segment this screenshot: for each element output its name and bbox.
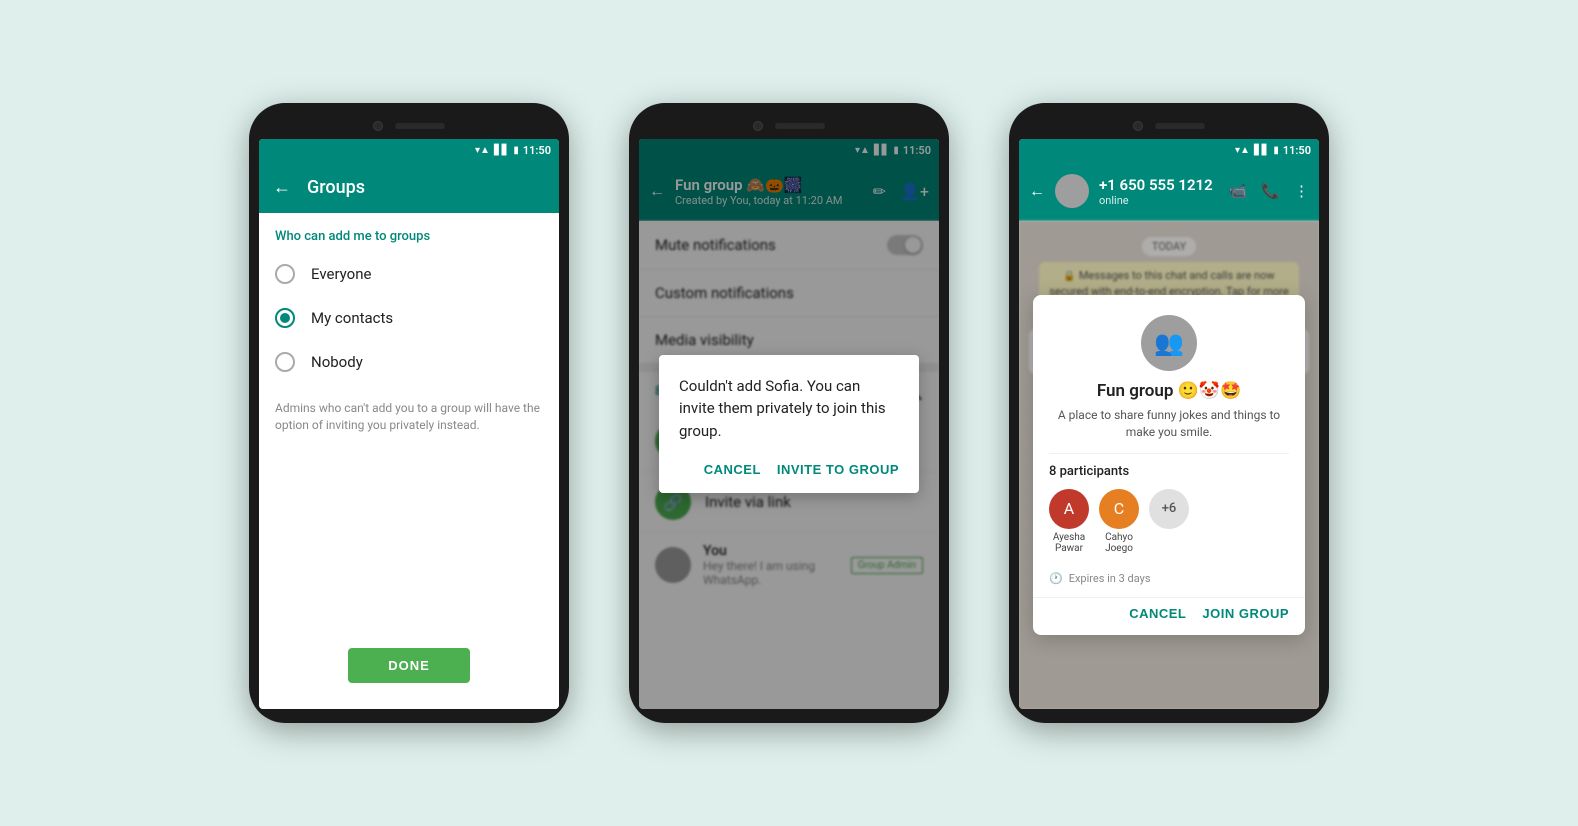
radio-outer-everyone [275,264,295,284]
phone-2-screen: ▾▲ ▋▋ ▮ 11:50 ← Fun group 🙈🎃🎆 Created by… [639,139,939,709]
status-time-1: 11:50 [523,144,551,157]
p2-dialog-actions: CANCEL INVITE TO GROUP [679,458,899,481]
phone-3-top-bar [1019,117,1319,139]
phone-1-screen: ▾▲ ▋▋ ▮ 11:50 ← Groups Who can add me to… [259,139,559,709]
contact-status: online [1099,194,1219,207]
participant-avatar-1: A [1049,489,1089,529]
radio-label-mycontacts: My contacts [311,309,393,327]
invite-group-name: Fun group 🙂🤡🤩 [1053,381,1285,401]
signal-icon: ▋▋ [494,145,509,156]
group-avatar: 👥 [1141,315,1197,371]
radio-outer-nobody [275,352,295,372]
radio-mycontacts[interactable]: My contacts [259,296,559,340]
radio-inner-mycontacts [280,313,290,323]
signal-icon-3: ▋▋ [1254,145,1269,156]
more-icon[interactable]: ⋮ [1294,182,1309,200]
phone-1-camera [373,121,383,131]
battery-icon: ▮ [513,145,519,156]
p2-dialog-message: Couldn't add Sofia. You can invite them … [679,375,899,443]
invite-cancel-button[interactable]: CANCEL [1129,606,1186,621]
p3-header: ← +1 650 555 1212 online 📹 📞 ⋮ [1019,161,1319,221]
p1-section-label: Who can add me to groups [259,213,559,252]
voice-call-icon[interactable]: 📞 [1261,182,1280,200]
dialog-invite-button[interactable]: INVITE TO GROUP [777,458,899,481]
status-time-3: 11:50 [1283,144,1311,157]
participant-2: C CahyoJoego [1099,489,1139,554]
invite-desc: A place to share funny jokes and things … [1053,407,1285,441]
p3-invite-top: 👥 Fun group 🙂🤡🤩 A place to share funny j… [1033,295,1305,453]
dialog-cancel-button[interactable]: CANCEL [704,458,761,481]
invite-meta: 8 participants A AyeshaPawar C CahyoJoeg… [1033,454,1305,564]
p2-dialog: Couldn't add Sofia. You can invite them … [659,355,919,494]
phone-2-speaker [775,123,825,129]
participant-avatar-2: C [1099,489,1139,529]
invite-actions: CANCEL JOIN GROUP [1033,597,1305,635]
participant-name-2: CahyoJoego [1105,532,1133,554]
phone-3: ▾▲ ▋▋ ▮ 11:50 ← +1 650 555 1212 online 📹… [1009,103,1329,723]
phone-2: ▾▲ ▋▋ ▮ 11:50 ← Fun group 🙈🎃🎆 Created by… [629,103,949,723]
status-bar-1: ▾▲ ▋▋ ▮ 11:50 [259,139,559,161]
group-avatar-icon: 👥 [1154,329,1184,357]
status-icons-3: ▾▲ ▋▋ ▮ 11:50 [1235,144,1311,157]
p3-invite-overlay: 👥 Fun group 🙂🤡🤩 A place to share funny j… [1019,221,1319,709]
phone-2-camera [753,121,763,131]
phone-1-top-bar [259,117,559,139]
p1-title: Groups [307,177,365,198]
participants-count: 8 participants [1049,464,1289,479]
phone-1: ▾▲ ▋▋ ▮ 11:50 ← Groups Who can add me to… [249,103,569,723]
battery-icon-3: ▮ [1273,145,1279,156]
p1-content: Who can add me to groups Everyone My con… [259,213,559,709]
participant-more: +6 [1149,489,1189,529]
done-button-wrap: DONE [259,632,559,699]
p3-contact-info: +1 650 555 1212 online [1099,176,1219,207]
contact-name: +1 650 555 1212 [1099,176,1219,194]
phone-3-camera [1133,121,1143,131]
more-avatar: +6 [1149,489,1189,529]
back-button-1[interactable]: ← [273,177,291,198]
back-button-3[interactable]: ← [1029,181,1045,201]
avatars-row: A AyeshaPawar C CahyoJoego +6 [1049,489,1289,554]
status-bar-3: ▾▲ ▋▋ ▮ 11:50 [1019,139,1319,161]
wifi-icon: ▾▲ [475,145,490,156]
participant-1: A AyeshaPawar [1049,489,1089,554]
radio-label-everyone: Everyone [311,265,371,283]
phone-1-speaker [395,123,445,129]
phone-3-screen: ▾▲ ▋▋ ▮ 11:50 ← +1 650 555 1212 online 📹… [1019,139,1319,709]
clock-icon: 🕐 [1049,572,1063,585]
phone-3-speaker [1155,123,1205,129]
status-icons-1: ▾▲ ▋▋ ▮ 11:50 [475,144,551,157]
p3-invite-card: 👥 Fun group 🙂🤡🤩 A place to share funny j… [1033,295,1305,635]
p2-dialog-overlay: Couldn't add Sofia. You can invite them … [639,139,939,709]
wifi-icon-3: ▾▲ [1235,145,1250,156]
video-call-icon[interactable]: 📹 [1229,182,1248,200]
expires-text: Expires in 3 days [1069,572,1151,585]
join-group-button[interactable]: JOIN GROUP [1202,606,1289,621]
p1-header: ← Groups [259,161,559,213]
expires-row: 🕐 Expires in 3 days [1033,564,1305,597]
contact-avatar [1055,174,1089,208]
radio-everyone[interactable]: Everyone [259,252,559,296]
radio-nobody[interactable]: Nobody [259,340,559,384]
radio-label-nobody: Nobody [311,353,363,371]
done-button[interactable]: DONE [348,648,470,683]
participant-name-1: AyeshaPawar [1053,532,1085,554]
p3-header-icons: 📹 📞 ⋮ [1229,182,1309,200]
phone-2-top-bar [639,117,939,139]
p1-hint: Admins who can't add you to a group will… [259,384,559,450]
radio-outer-mycontacts [275,308,295,328]
